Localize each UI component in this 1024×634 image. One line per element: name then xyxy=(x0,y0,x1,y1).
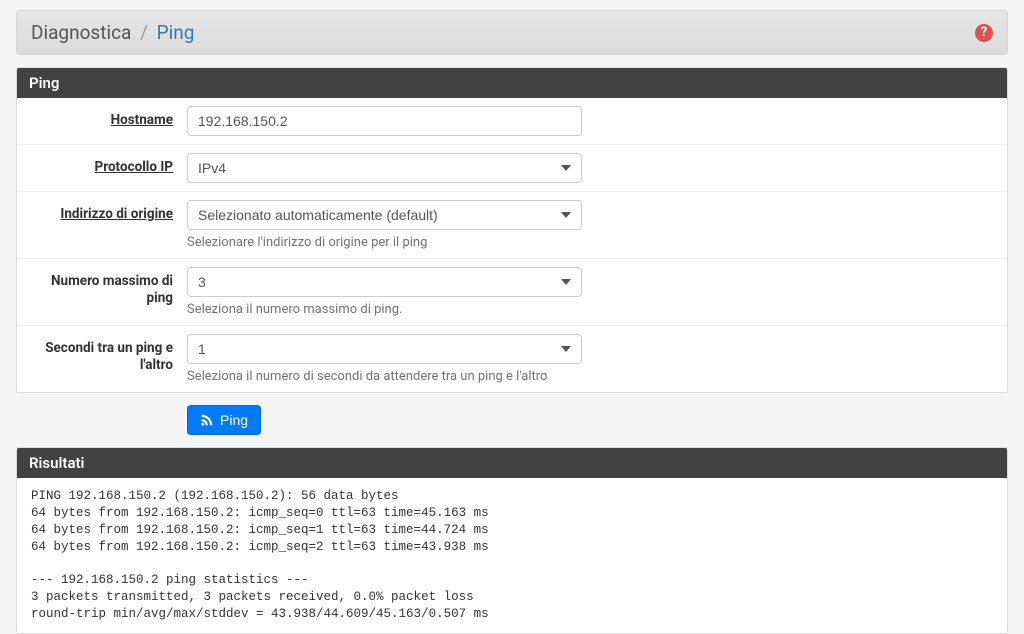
interval-help: Seleziona il numero di secondi da attend… xyxy=(187,369,582,384)
source-label: Indirizzo di origine xyxy=(29,200,187,223)
page-header: Diagnostica / Ping ? xyxy=(16,10,1008,55)
protocol-select[interactable]: IPv4 xyxy=(187,153,582,183)
ping-button-label: Ping xyxy=(220,412,248,428)
rss-icon xyxy=(200,413,214,427)
panel-results-title: Risultati xyxy=(17,448,1007,478)
count-select[interactable]: 3 xyxy=(187,267,582,297)
results-output: PING 192.168.150.2 (192.168.150.2): 56 d… xyxy=(17,478,1007,633)
hostname-input[interactable] xyxy=(187,106,582,136)
field-count: Numero massimo di ping 3 Seleziona il nu… xyxy=(17,259,1007,326)
field-hostname: Hostname xyxy=(17,98,1007,145)
field-interval: Secondi tra un ping e l'altro 1 Selezion… xyxy=(17,326,1007,392)
field-protocol: Protocollo IP IPv4 xyxy=(17,145,1007,192)
help-icon[interactable]: ? xyxy=(975,24,993,42)
count-label: Numero massimo di ping xyxy=(29,267,187,307)
hostname-label: Hostname xyxy=(29,106,187,129)
breadcrumb-separator: / xyxy=(140,21,148,44)
panel-ping-title: Ping xyxy=(17,68,1007,98)
source-help: Selezionare l'indirizzo di origine per i… xyxy=(187,235,582,250)
breadcrumb-current: Ping xyxy=(157,21,195,44)
protocol-label: Protocollo IP xyxy=(29,153,187,176)
field-source: Indirizzo di origine Selezionato automat… xyxy=(17,192,1007,259)
action-row: Ping xyxy=(16,405,1008,435)
breadcrumb-parent[interactable]: Diagnostica xyxy=(31,21,131,44)
source-select[interactable]: Selezionato automaticamente (default) xyxy=(187,200,582,230)
breadcrumb: Diagnostica / Ping xyxy=(31,21,194,44)
ping-button[interactable]: Ping xyxy=(187,405,261,435)
panel-ping: Ping Hostname Protocollo IP IPv4 Indiriz… xyxy=(16,67,1008,393)
interval-select[interactable]: 1 xyxy=(187,334,582,364)
interval-label: Secondi tra un ping e l'altro xyxy=(29,334,187,374)
count-help: Seleziona il numero massimo di ping. xyxy=(187,302,582,317)
